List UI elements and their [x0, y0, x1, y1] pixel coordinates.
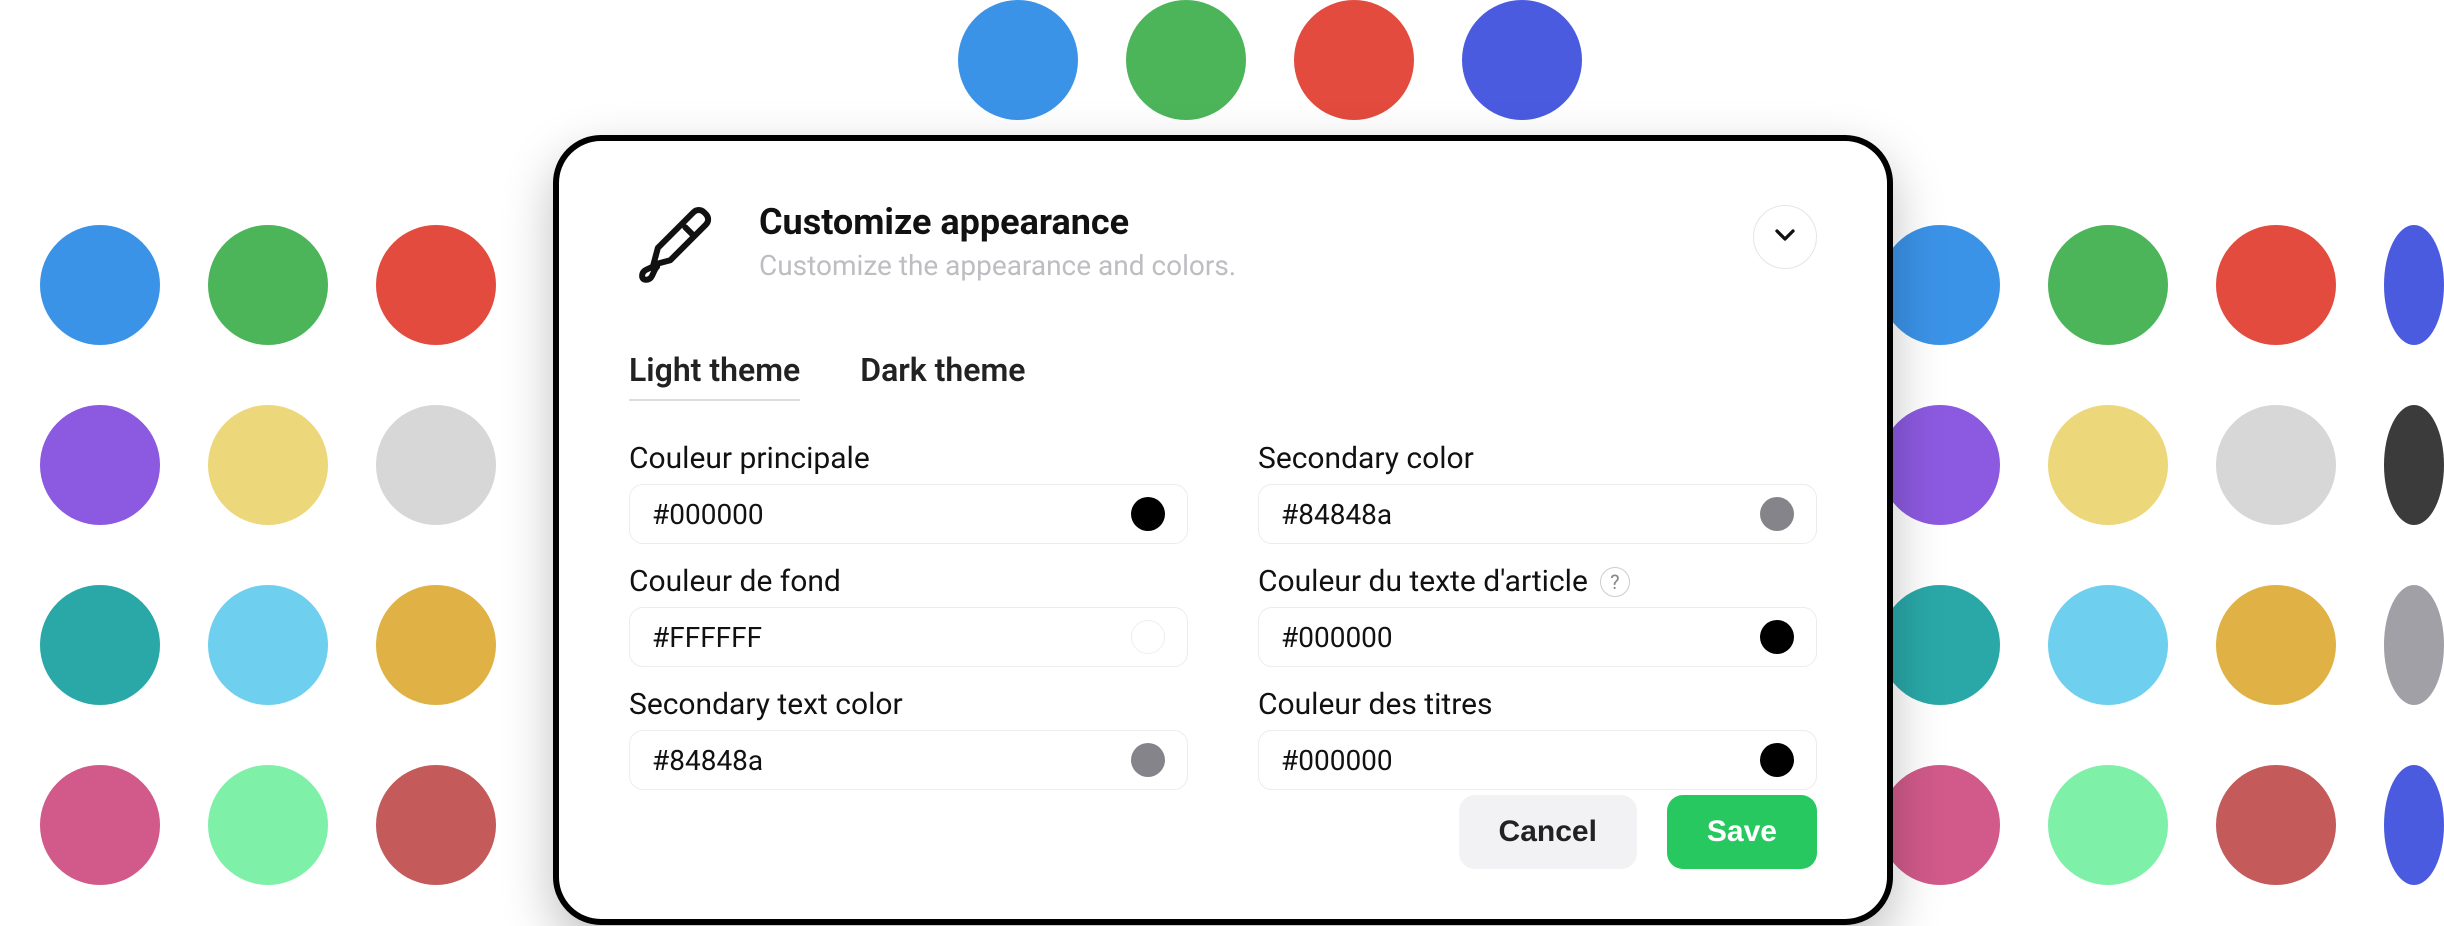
cancel-button[interactable]: Cancel: [1459, 795, 1637, 869]
bg-dot: [376, 585, 496, 705]
titles-color-input[interactable]: #000000: [1258, 730, 1817, 790]
bg-dot: [208, 405, 328, 525]
bg-dot: [40, 765, 160, 885]
bg-dot: [1880, 225, 2000, 345]
theme-tabs: Light theme Dark theme: [629, 351, 1817, 401]
tab-dark-theme[interactable]: Dark theme: [860, 351, 1025, 401]
field-background: Couleur de fond #FFFFFF: [629, 564, 1188, 667]
brush-icon: [629, 201, 719, 291]
card-actions: Cancel Save: [629, 795, 1817, 869]
bg-dot: [2048, 405, 2168, 525]
bg-dot: [2216, 585, 2336, 705]
bg-dot: [40, 405, 160, 525]
field-label-text: Couleur du texte d'article: [1258, 564, 1588, 599]
bg-dot: [2048, 585, 2168, 705]
color-swatch: [1760, 743, 1794, 777]
secondary-text-color-input[interactable]: #84848a: [629, 730, 1188, 790]
help-icon[interactable]: ?: [1600, 567, 1630, 597]
input-value: #FFFFFF: [652, 621, 762, 654]
color-fields-grid: Couleur principale #000000 Secondary col…: [629, 441, 1817, 790]
secondary-color-input[interactable]: #84848a: [1258, 484, 1817, 544]
bg-dot: [1294, 0, 1414, 120]
bg-dot: [2216, 765, 2336, 885]
color-swatch: [1131, 743, 1165, 777]
field-label: Couleur du texte d'article ?: [1258, 564, 1817, 599]
field-article-text: Couleur du texte d'article ? #000000: [1258, 564, 1817, 667]
stage: Customize appearance Customize the appea…: [0, 0, 2444, 926]
bg-dot: [2048, 225, 2168, 345]
bg-dot: [208, 585, 328, 705]
color-swatch: [1760, 497, 1794, 531]
bg-dot: [2384, 585, 2444, 705]
card-title: Customize appearance: [759, 201, 1817, 243]
field-label: Couleur des titres: [1258, 687, 1817, 722]
bg-dot: [958, 0, 1078, 120]
bg-dot: [2216, 405, 2336, 525]
bg-dot: [1880, 585, 2000, 705]
header-titles: Customize appearance Customize the appea…: [759, 201, 1817, 282]
field-label: Secondary text color: [629, 687, 1188, 722]
card-subtitle: Customize the appearance and colors.: [759, 249, 1817, 282]
bg-dot: [1126, 0, 1246, 120]
article-text-color-input[interactable]: #000000: [1258, 607, 1817, 667]
bg-dot: [376, 225, 496, 345]
bg-dot: [1880, 765, 2000, 885]
input-value: #000000: [1281, 744, 1393, 777]
bg-dot: [208, 765, 328, 885]
bg-dot: [2384, 225, 2444, 345]
primary-color-input[interactable]: #000000: [629, 484, 1188, 544]
bg-dot: [40, 585, 160, 705]
input-value: #84848a: [652, 744, 763, 777]
field-secondary: Secondary color #84848a: [1258, 441, 1817, 544]
appearance-card: Customize appearance Customize the appea…: [553, 135, 1893, 925]
bg-dot: [2216, 225, 2336, 345]
field-secondary-text: Secondary text color #84848a: [629, 687, 1188, 790]
bg-dot: [2384, 765, 2444, 885]
input-value: #000000: [1281, 621, 1393, 654]
bg-dot: [2384, 405, 2444, 525]
bg-dot: [376, 765, 496, 885]
color-swatch: [1131, 620, 1165, 654]
collapse-button[interactable]: [1753, 205, 1817, 269]
bg-dot: [1880, 405, 2000, 525]
input-value: #84848a: [1281, 498, 1392, 531]
card-header: Customize appearance Customize the appea…: [629, 201, 1817, 291]
input-value: #000000: [652, 498, 764, 531]
save-button[interactable]: Save: [1667, 795, 1817, 869]
tab-light-theme[interactable]: Light theme: [629, 351, 800, 401]
field-primary: Couleur principale #000000: [629, 441, 1188, 544]
color-swatch: [1131, 497, 1165, 531]
color-swatch: [1760, 620, 1794, 654]
field-label: Couleur principale: [629, 441, 1188, 476]
bg-dot: [2048, 765, 2168, 885]
bg-dot: [40, 225, 160, 345]
bg-dot: [1462, 0, 1582, 120]
field-label: Couleur de fond: [629, 564, 1188, 599]
field-titles: Couleur des titres #000000: [1258, 687, 1817, 790]
bg-dot: [208, 225, 328, 345]
field-label: Secondary color: [1258, 441, 1817, 476]
chevron-down-icon: [1769, 219, 1801, 255]
background-color-input[interactable]: #FFFFFF: [629, 607, 1188, 667]
bg-dot: [376, 405, 496, 525]
